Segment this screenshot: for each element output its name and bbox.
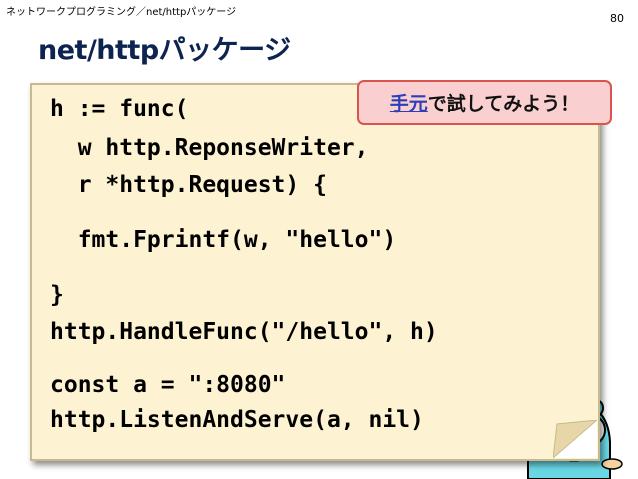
code-line: fmt.Fprintf(w, "hello") <box>50 227 397 253</box>
code-line: http.ListenAndServe(a, nil) <box>50 407 424 433</box>
page-curl-icon <box>553 420 597 458</box>
code-line: http.HandleFunc("/hello", h) <box>50 319 438 345</box>
code-line: h := func( <box>50 96 189 122</box>
callout-box: 手元 で試してみよう！ <box>357 80 612 125</box>
callout-text: で試してみよう！ <box>427 93 580 115</box>
code-line: r *http.Request) { <box>50 172 327 198</box>
breadcrumb: ネットワークプログラミング／net/httpパッケージ <box>6 7 237 18</box>
page-number: 80 <box>610 12 624 25</box>
page-title: net/httpパッケージ <box>38 35 291 66</box>
code-line: } <box>50 282 64 308</box>
code-line: const a = ":8080" <box>50 372 286 398</box>
code-line: w http.ReponseWriter, <box>50 135 369 161</box>
callout-link[interactable]: 手元 <box>390 89 428 116</box>
